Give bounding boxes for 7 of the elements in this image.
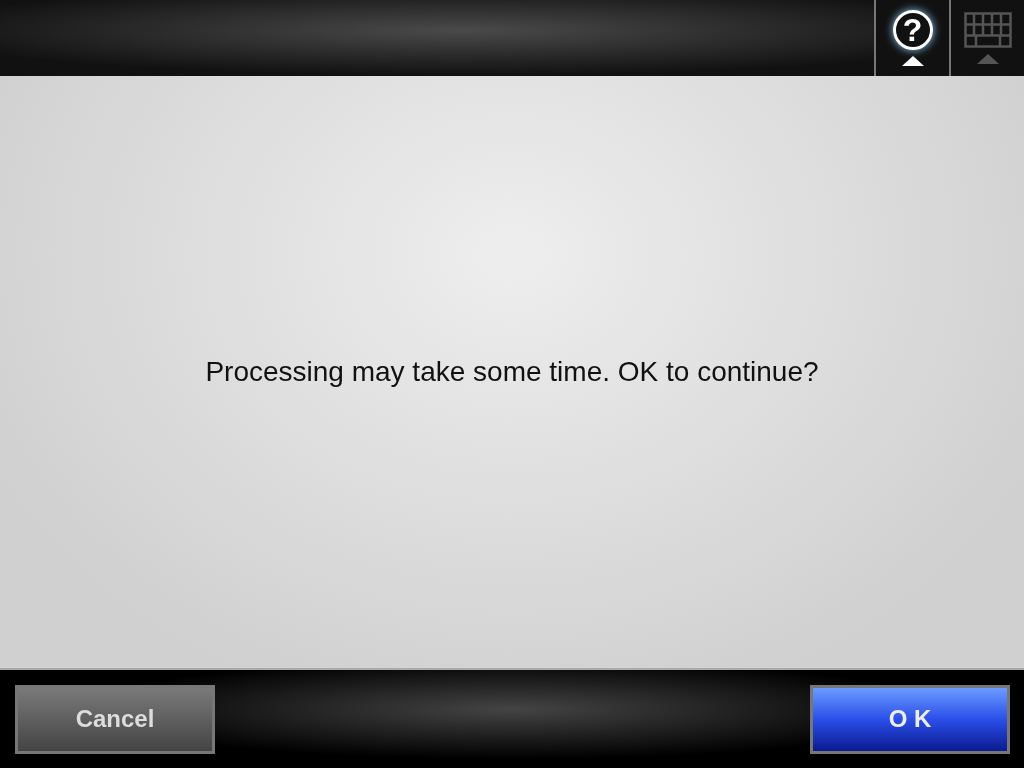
ok-button[interactable]: O K <box>810 684 1010 754</box>
keyboard-icon <box>963 12 1012 48</box>
triangle-icon <box>976 54 999 64</box>
help-button[interactable]: ? <box>874 0 949 76</box>
triangle-icon <box>901 56 924 66</box>
message-text: Processing may take some time. OK to continue? <box>205 356 819 388</box>
cancel-button[interactable]: Cancel <box>15 684 215 754</box>
